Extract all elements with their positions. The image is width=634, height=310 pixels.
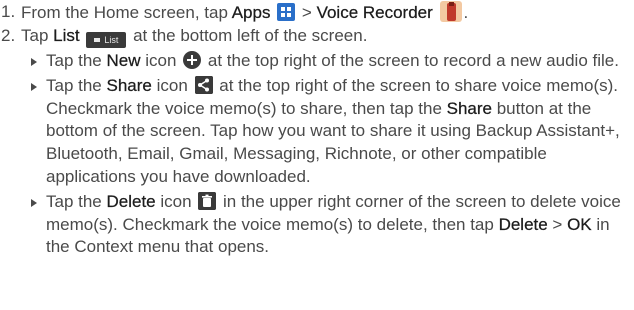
instructions-document: 1. From the Home screen, tap Apps > Voic…	[0, 0, 634, 310]
list-button-icon: List	[86, 31, 127, 48]
new-label: New	[106, 50, 141, 70]
step-text-segment: .	[463, 3, 469, 22]
step-number: 2.	[1, 25, 16, 45]
step-text-segment: Tap	[21, 25, 54, 45]
sub-steps: Tap the New icon at the top right of the…	[0, 50, 628, 259]
step-text: From the Home screen, tap Apps > Voice R…	[21, 1, 628, 25]
ok-label: OK	[567, 214, 592, 234]
separator: >	[297, 3, 317, 22]
share-button-label: Share	[446, 98, 492, 118]
separator: >	[547, 214, 568, 234]
step-text-segment: From the Home screen, tap	[21, 3, 232, 22]
step-2: 2. Tap List List at the bottom left of t…	[1, 25, 628, 48]
bullet-arrow-icon	[26, 75, 46, 97]
step-text: Tap List List at the bottom left of the …	[21, 25, 628, 48]
list-label: List	[53, 25, 80, 45]
apps-label: Apps	[231, 3, 271, 22]
bullet-arrow-icon	[26, 50, 46, 72]
new-plus-icon	[183, 50, 202, 69]
step-number: 1.	[1, 2, 16, 21]
delete-label: Delete	[106, 192, 156, 212]
text-segment: icon	[140, 50, 182, 70]
text-segment: icon	[155, 192, 197, 212]
text-segment: at the top right of the screen to record…	[203, 50, 619, 70]
trash-icon	[198, 192, 217, 211]
bullet-share: Tap the Share icon at the top right of t…	[0, 75, 628, 188]
bullet-text: Tap the Delete icon in the upper right c…	[46, 191, 628, 259]
text-segment: Tap the	[46, 76, 107, 96]
voice-recorder-label: Voice Recorder	[316, 3, 433, 22]
bullet-text: Tap the New icon at the top right of the…	[46, 50, 628, 73]
bullet-arrow-icon	[26, 191, 46, 213]
bullet-text: Tap the Share icon at the top right of t…	[46, 75, 628, 188]
text-segment: Tap the	[46, 192, 107, 212]
share-icon	[194, 76, 213, 95]
apps-grid-icon	[277, 3, 296, 21]
text-segment: Tap the	[46, 50, 107, 70]
bullet-delete: Tap the Delete icon in the upper right c…	[0, 191, 628, 259]
text-segment: icon	[151, 76, 193, 96]
voice-recorder-icon	[439, 1, 462, 22]
step-text-segment: at the bottom left of the screen.	[128, 25, 368, 45]
delete-button-label: Delete	[498, 214, 548, 234]
share-label: Share	[106, 76, 152, 96]
bullet-new: Tap the New icon at the top right of the…	[0, 50, 628, 73]
step-1: 1. From the Home screen, tap Apps > Voic…	[1, 1, 628, 25]
